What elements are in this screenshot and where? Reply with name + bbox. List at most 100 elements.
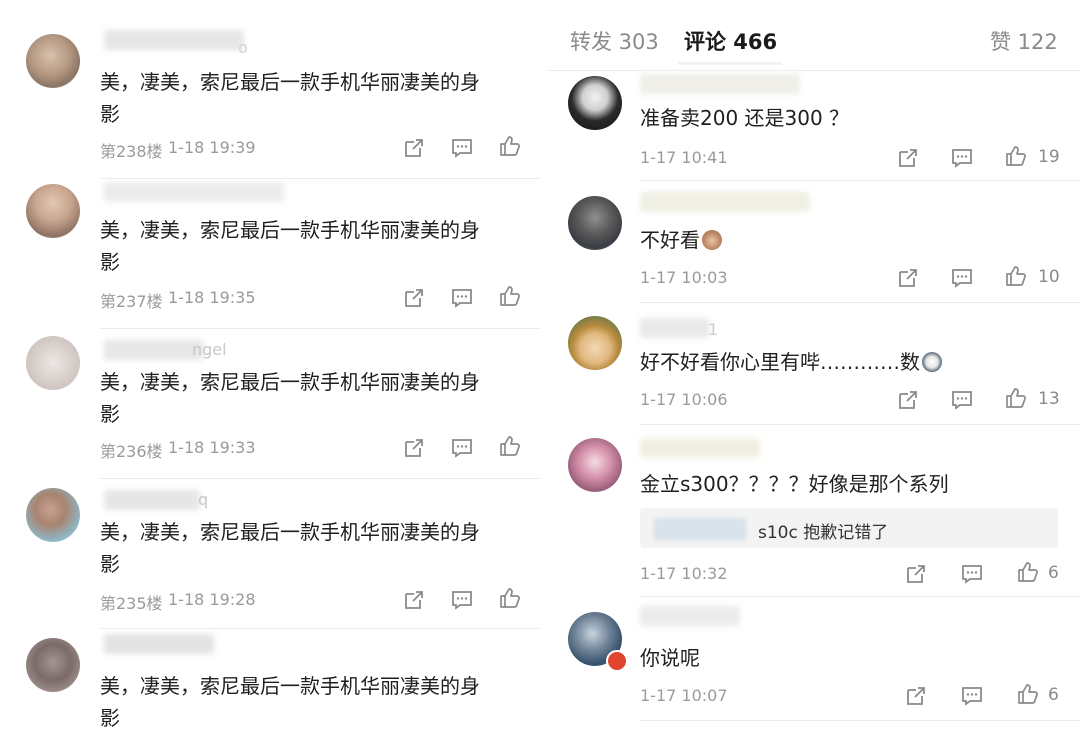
username-fragment: ngel [192, 340, 227, 359]
thumbs-up-icon[interactable] [498, 586, 522, 610]
thumbs-up-icon[interactable] [1016, 682, 1040, 706]
thumbs-up-icon[interactable] [498, 434, 522, 458]
separator [100, 178, 540, 179]
like-count: 6 [1048, 685, 1059, 705]
timestamp: 1-17 10:41 [640, 148, 728, 167]
share-icon[interactable] [402, 286, 426, 310]
avatar[interactable] [26, 638, 80, 692]
share-icon[interactable] [896, 388, 920, 412]
username-blurred[interactable] [640, 606, 740, 626]
separator [640, 596, 1080, 597]
comment-text: 美，凄美，索尼最后一款手机华丽凄美的身 [100, 218, 480, 242]
like-count: 6 [1048, 563, 1059, 583]
username-blurred[interactable] [104, 634, 214, 654]
avatar[interactable] [26, 34, 80, 88]
floor-number: 第235楼 [100, 594, 163, 613]
panda-emoji-icon [922, 352, 942, 372]
comment-text: 好不好看你心里有哔…………数 [640, 346, 942, 378]
avatar[interactable] [568, 76, 622, 130]
comment-text: 金立s300？？？？好像是那个系列 [640, 472, 949, 496]
separator [640, 720, 1080, 721]
comment-text: 准备卖200 还是300 ？ [640, 106, 850, 130]
username-blurred[interactable] [640, 438, 760, 458]
comment-icon[interactable] [950, 146, 974, 170]
comment-icon[interactable] [960, 562, 984, 586]
avatar[interactable] [568, 196, 622, 250]
comment-text-content: 不好看 [640, 228, 700, 252]
comment-text-line2: 影 [100, 706, 120, 730]
separator [640, 302, 1080, 303]
header-separator [548, 70, 1080, 71]
share-icon[interactable] [904, 684, 928, 708]
comment-text-line2: 影 [100, 402, 120, 426]
comment-text: 不好看 [640, 224, 722, 256]
username-fragment: q [198, 490, 209, 509]
thumbs-up-icon[interactable] [498, 134, 522, 158]
thumbs-up-icon[interactable] [1004, 264, 1028, 288]
username-blurred[interactable] [104, 182, 284, 202]
comment-item: 不好看 1-17 10:03 10 [548, 182, 1080, 304]
username-blurred[interactable] [640, 74, 800, 94]
timestamp: 1-18 19:28 [168, 590, 256, 609]
comment-item: 金立s300？？？？好像是那个系列 s10c 抱歉记错了 1-17 10:32 … [548, 426, 1080, 598]
comment-text-line2: 影 [100, 552, 120, 576]
comment-icon[interactable] [450, 436, 474, 460]
comment-item: 准备卖200 还是300 ？ 1-17 10:41 19 [548, 72, 1080, 182]
thumbs-up-icon[interactable] [1004, 144, 1028, 168]
share-icon[interactable] [402, 436, 426, 460]
monkey-emoji-icon [702, 230, 722, 250]
comment-text-content: 好不好看你心里有哔…………数 [640, 350, 920, 374]
comment-text: 美，凄美，索尼最后一款手机华丽凄美的身 [100, 370, 480, 394]
timestamp: 1-17 10:32 [640, 564, 728, 583]
left-comment-panel: o 美，凄美，索尼最后一款手机华丽凄美的身 影 第238楼 1-18 19:39… [0, 0, 540, 742]
floor-number: 第237楼 [100, 292, 163, 311]
username-blurred[interactable] [640, 318, 710, 338]
comment-icon[interactable] [950, 388, 974, 412]
share-icon[interactable] [402, 588, 426, 612]
share-icon[interactable] [904, 562, 928, 586]
reply-box[interactable]: s10c 抱歉记错了 [640, 508, 1058, 548]
comment-icon[interactable] [450, 588, 474, 612]
tab-likes[interactable]: 赞 122 [990, 26, 1058, 56]
username-blurred[interactable] [104, 340, 204, 360]
share-icon[interactable] [896, 266, 920, 290]
username-blurred[interactable] [640, 192, 810, 212]
comment-icon[interactable] [960, 684, 984, 708]
avatar[interactable] [26, 184, 80, 238]
thumbs-up-icon[interactable] [1004, 386, 1028, 410]
avatar[interactable] [568, 438, 622, 492]
share-icon[interactable] [896, 146, 920, 170]
timestamp: 1-17 10:07 [640, 686, 728, 705]
separator [100, 328, 540, 329]
username-fragment: 1 [708, 320, 719, 339]
username-blurred[interactable] [104, 490, 200, 510]
comment-icon[interactable] [450, 286, 474, 310]
comment-item: 1 好不好看你心里有哔…………数 1-17 10:06 13 [548, 304, 1080, 426]
timestamp: 1-18 19:39 [168, 138, 256, 157]
timestamp: 1-17 10:06 [640, 390, 728, 409]
comment-item: 美，凄美，索尼最后一款手机华丽凄美的身 影 [0, 630, 540, 742]
comment-item: o 美，凄美，索尼最后一款手机华丽凄美的身 影 第238楼 1-18 19:39 [0, 0, 540, 180]
right-comment-panel: 转发 303 评论 466 赞 122 准备卖200 还是300 ？ 1-17 … [548, 0, 1080, 742]
comment-text: 美，凄美，索尼最后一款手机华丽凄美的身 [100, 520, 480, 544]
thumbs-up-icon[interactable] [1016, 560, 1040, 584]
timestamp: 1-18 19:35 [168, 288, 256, 307]
separator [100, 628, 540, 629]
avatar[interactable] [568, 316, 622, 370]
reply-username-blurred[interactable] [654, 518, 746, 540]
like-count: 13 [1038, 389, 1060, 409]
comment-icon[interactable] [450, 136, 474, 160]
avatar[interactable] [26, 336, 80, 390]
comment-text-line2: 影 [100, 102, 120, 126]
tab-underline [678, 62, 782, 65]
comment-text: 美，凄美，索尼最后一款手机华丽凄美的身 [100, 674, 480, 698]
comment-icon[interactable] [950, 266, 974, 290]
username-blurred[interactable] [104, 30, 244, 50]
floor-number: 第238楼 [100, 142, 163, 161]
thumbs-up-icon[interactable] [498, 284, 522, 308]
comment-item: 美，凄美，索尼最后一款手机华丽凄美的身 影 第237楼 1-18 19:35 [0, 180, 540, 330]
tab-comments[interactable]: 评论 466 [684, 26, 777, 56]
tab-repost[interactable]: 转发 303 [570, 26, 659, 56]
avatar[interactable] [26, 488, 80, 542]
share-icon[interactable] [402, 136, 426, 160]
